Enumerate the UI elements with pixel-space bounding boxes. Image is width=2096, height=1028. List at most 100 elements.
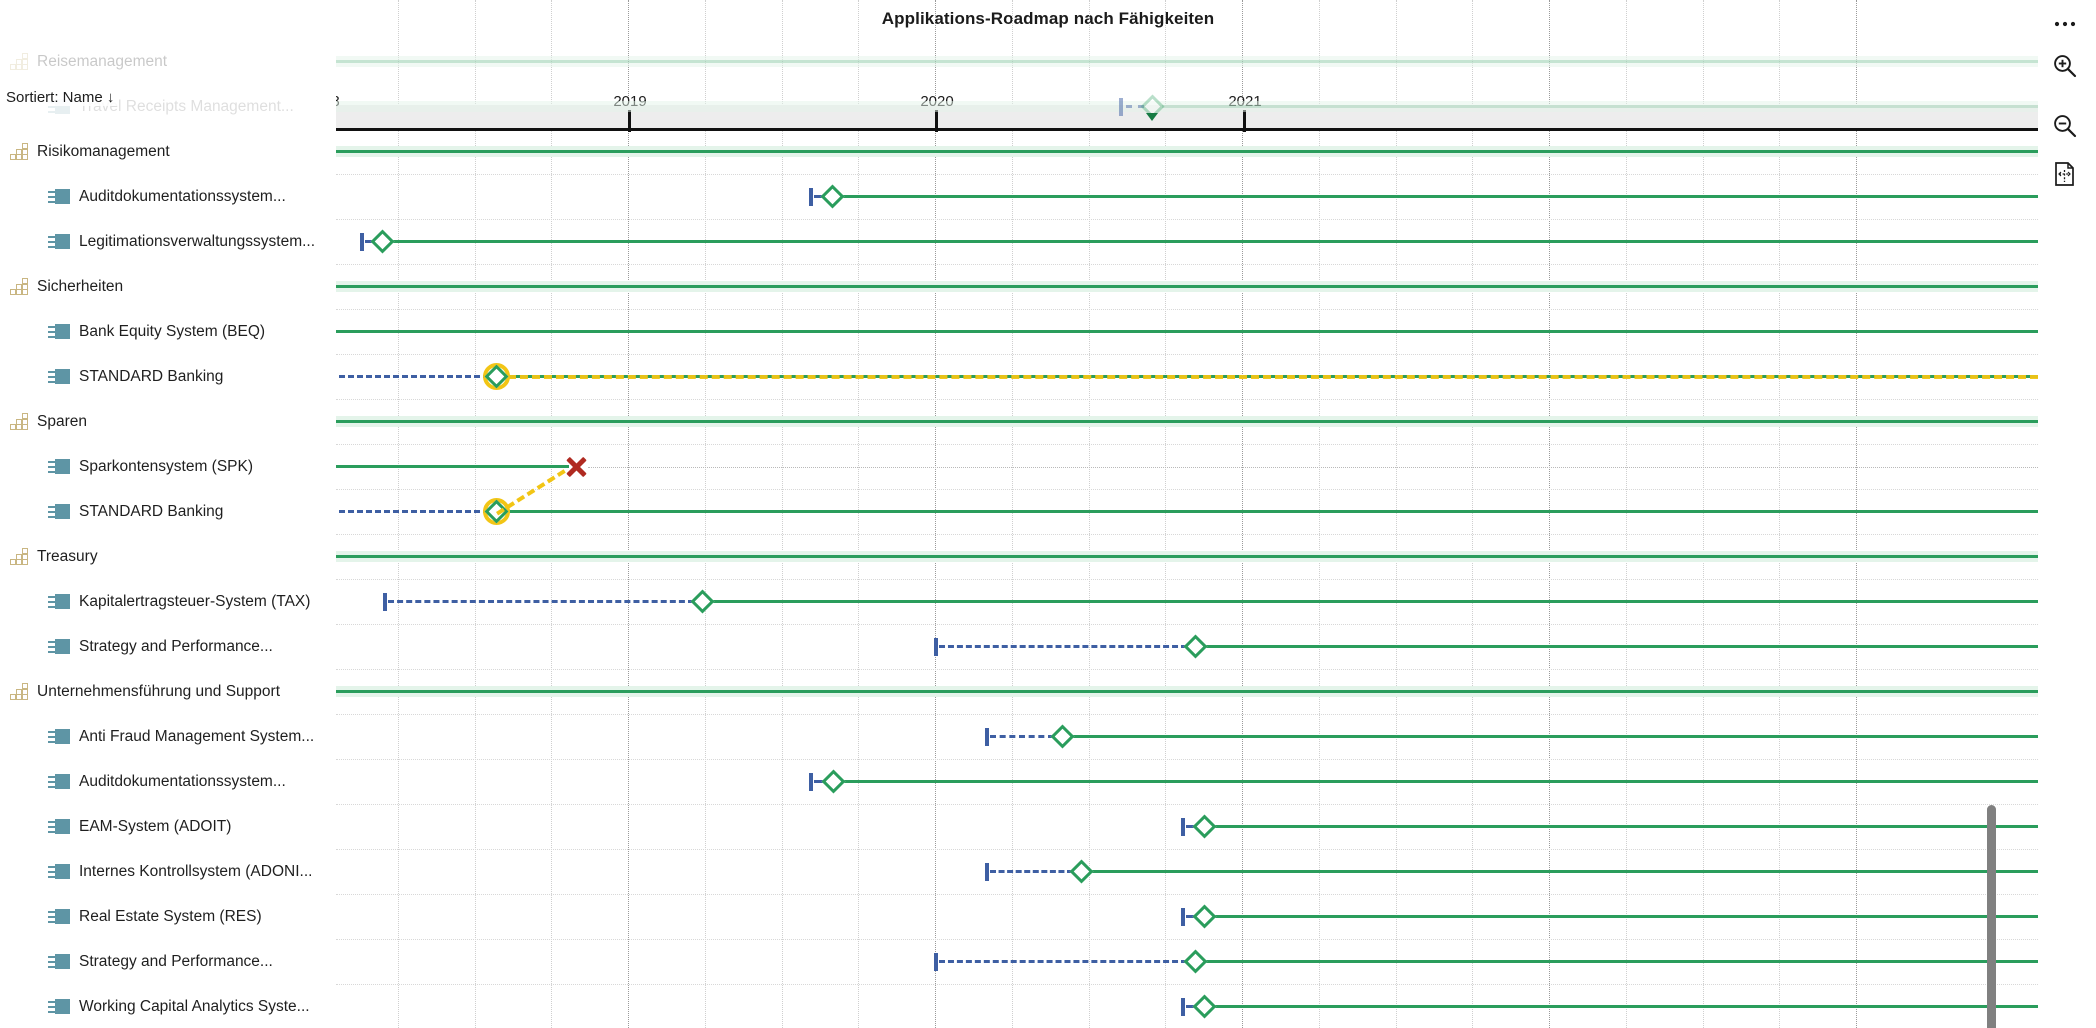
row-label: Auditdokumentationssystem... [79,187,286,205]
row-label: Working Capital Analytics Syste... [79,997,310,1015]
production-phase-bar [392,240,2038,243]
row-label-column: Reisemanagement Travel Receipts Managemen… [0,0,336,1028]
go-live-milestone [1191,814,1217,839]
capability-group-row[interactable]: Sicherheiten [0,264,336,309]
capability-icon [10,683,29,700]
application-row[interactable]: STANDARD Banking [0,354,336,399]
application-row[interactable]: Bank Equity System (BEQ) [0,309,336,354]
plan-start-marker [1181,817,1185,836]
production-phase-bar [1214,825,2038,828]
application-icon [48,639,70,654]
application-row[interactable]: Internes Kontrollsystem (ADONI... [0,849,336,894]
application-icon [48,954,70,969]
capability-icon [10,278,29,295]
sort-indicator[interactable]: Sortiert: Name ↓ [6,89,119,106]
go-live-milestone [369,229,395,254]
plan-start-marker [1181,907,1185,926]
row-label: Kapitalertragsteuer-System (TAX) [79,592,311,610]
row-separator [336,714,2038,715]
capability-group-row[interactable]: Sparen [0,399,336,444]
row-separator [336,399,2038,400]
go-live-milestone [1191,994,1217,1019]
plan-start-marker [985,727,989,746]
application-icon [48,999,70,1014]
production-phase-bar [1091,870,2038,873]
capability-icon [10,413,29,430]
ghost-capability-bar [336,60,2038,63]
application-row[interactable]: Sparkontensystem (SPK) [0,444,336,489]
row-label: Sparen [37,412,87,430]
application-row[interactable]: Auditdokumentationssystem... [0,174,336,219]
application-row[interactable]: Auditdokumentationssystem... [0,759,336,804]
plan-phase-bar [388,599,694,603]
go-live-milestone [819,184,845,209]
plan-phase-bar [939,959,1187,963]
row-separator [336,984,2038,985]
capability-group-row[interactable]: Risikomanagement [0,129,336,174]
application-row[interactable]: Kapitalertragsteuer-System (TAX) [0,579,336,624]
more-options-icon[interactable] [2046,5,2084,43]
application-icon [48,594,70,609]
row-label: Sicherheiten [37,277,124,295]
plan-phase-bar [990,869,1073,873]
zoom-in-icon[interactable] [2046,47,2084,85]
production-phase-bar [1214,915,2038,918]
go-live-milestone [1182,949,1208,974]
application-row[interactable]: Strategy and Performance... [0,939,336,984]
go-live-milestone [1191,904,1217,929]
row-label: Strategy and Performance... [79,637,273,655]
application-row[interactable]: EAM-System (ADOIT) [0,804,336,849]
sort-label: Sortiert: Name [6,89,103,106]
plan-start-marker [1181,997,1185,1016]
ghost-row-label: Reisemanagement [37,52,168,70]
application-icon [48,504,70,519]
application-row[interactable]: Strategy and Performance... [0,624,336,669]
row-label: Treasury [37,547,98,565]
post-retirement-line [588,466,2038,468]
row-label: Real Estate System (RES) [79,907,262,925]
plan-start-marker [985,862,989,881]
capability-group-row[interactable]: Treasury [0,534,336,579]
production-phase-bar [1214,1005,2038,1008]
application-icon [48,774,70,789]
go-live-milestone [1182,634,1208,659]
row-separator [336,534,2038,535]
production-phase-bar [1205,960,2038,963]
row-separator [336,354,2038,355]
application-row[interactable]: Real Estate System (RES) [0,894,336,939]
plan-start-marker [934,637,938,656]
row-separator [336,849,2038,850]
plan-phase-bar [990,734,1054,738]
vertical-scrollbar-thumb[interactable] [1987,805,1996,1028]
plan-start-marker [934,952,938,971]
row-label: STANDARD Banking [79,502,224,520]
production-phase-bar [712,600,2038,603]
vertical-scrollbar-track[interactable] [1987,0,2048,1028]
row-label: Unternehmensführung und Support [37,682,280,700]
application-icon [48,324,70,339]
application-row[interactable]: STANDARD Banking [0,489,336,534]
production-phase-bar [843,780,2038,783]
zoom-out-icon[interactable] [2046,107,2084,145]
capability-group-row[interactable]: Unternehmensführung und Support [0,669,336,714]
highlighted-relation-overlay [508,374,2038,379]
go-live-milestone [820,769,846,794]
row-separator [336,579,2038,580]
fit-page-icon[interactable] [2046,155,2084,193]
year-tick [628,110,631,132]
application-row[interactable]: Legitimationsverwaltungssystem... [0,219,336,264]
application-row[interactable]: Working Capital Analytics Syste... [0,984,336,1028]
application-row[interactable]: Anti Fraud Management System... [0,714,336,759]
production-phase-bar [1205,645,2038,648]
row-separator [336,894,2038,895]
row-separator [336,444,2038,445]
capability-icon [10,53,29,70]
application-icon [48,864,70,879]
timeline-panel[interactable]: 2018201920202021 [336,0,2038,1028]
production-phase-bar [842,195,2038,198]
row-label: Auditdokumentationssystem... [79,772,286,790]
go-live-milestone [1049,724,1075,749]
retirement-marker [565,456,587,478]
plan-phase-bar [336,509,489,513]
year-tick [935,110,938,132]
